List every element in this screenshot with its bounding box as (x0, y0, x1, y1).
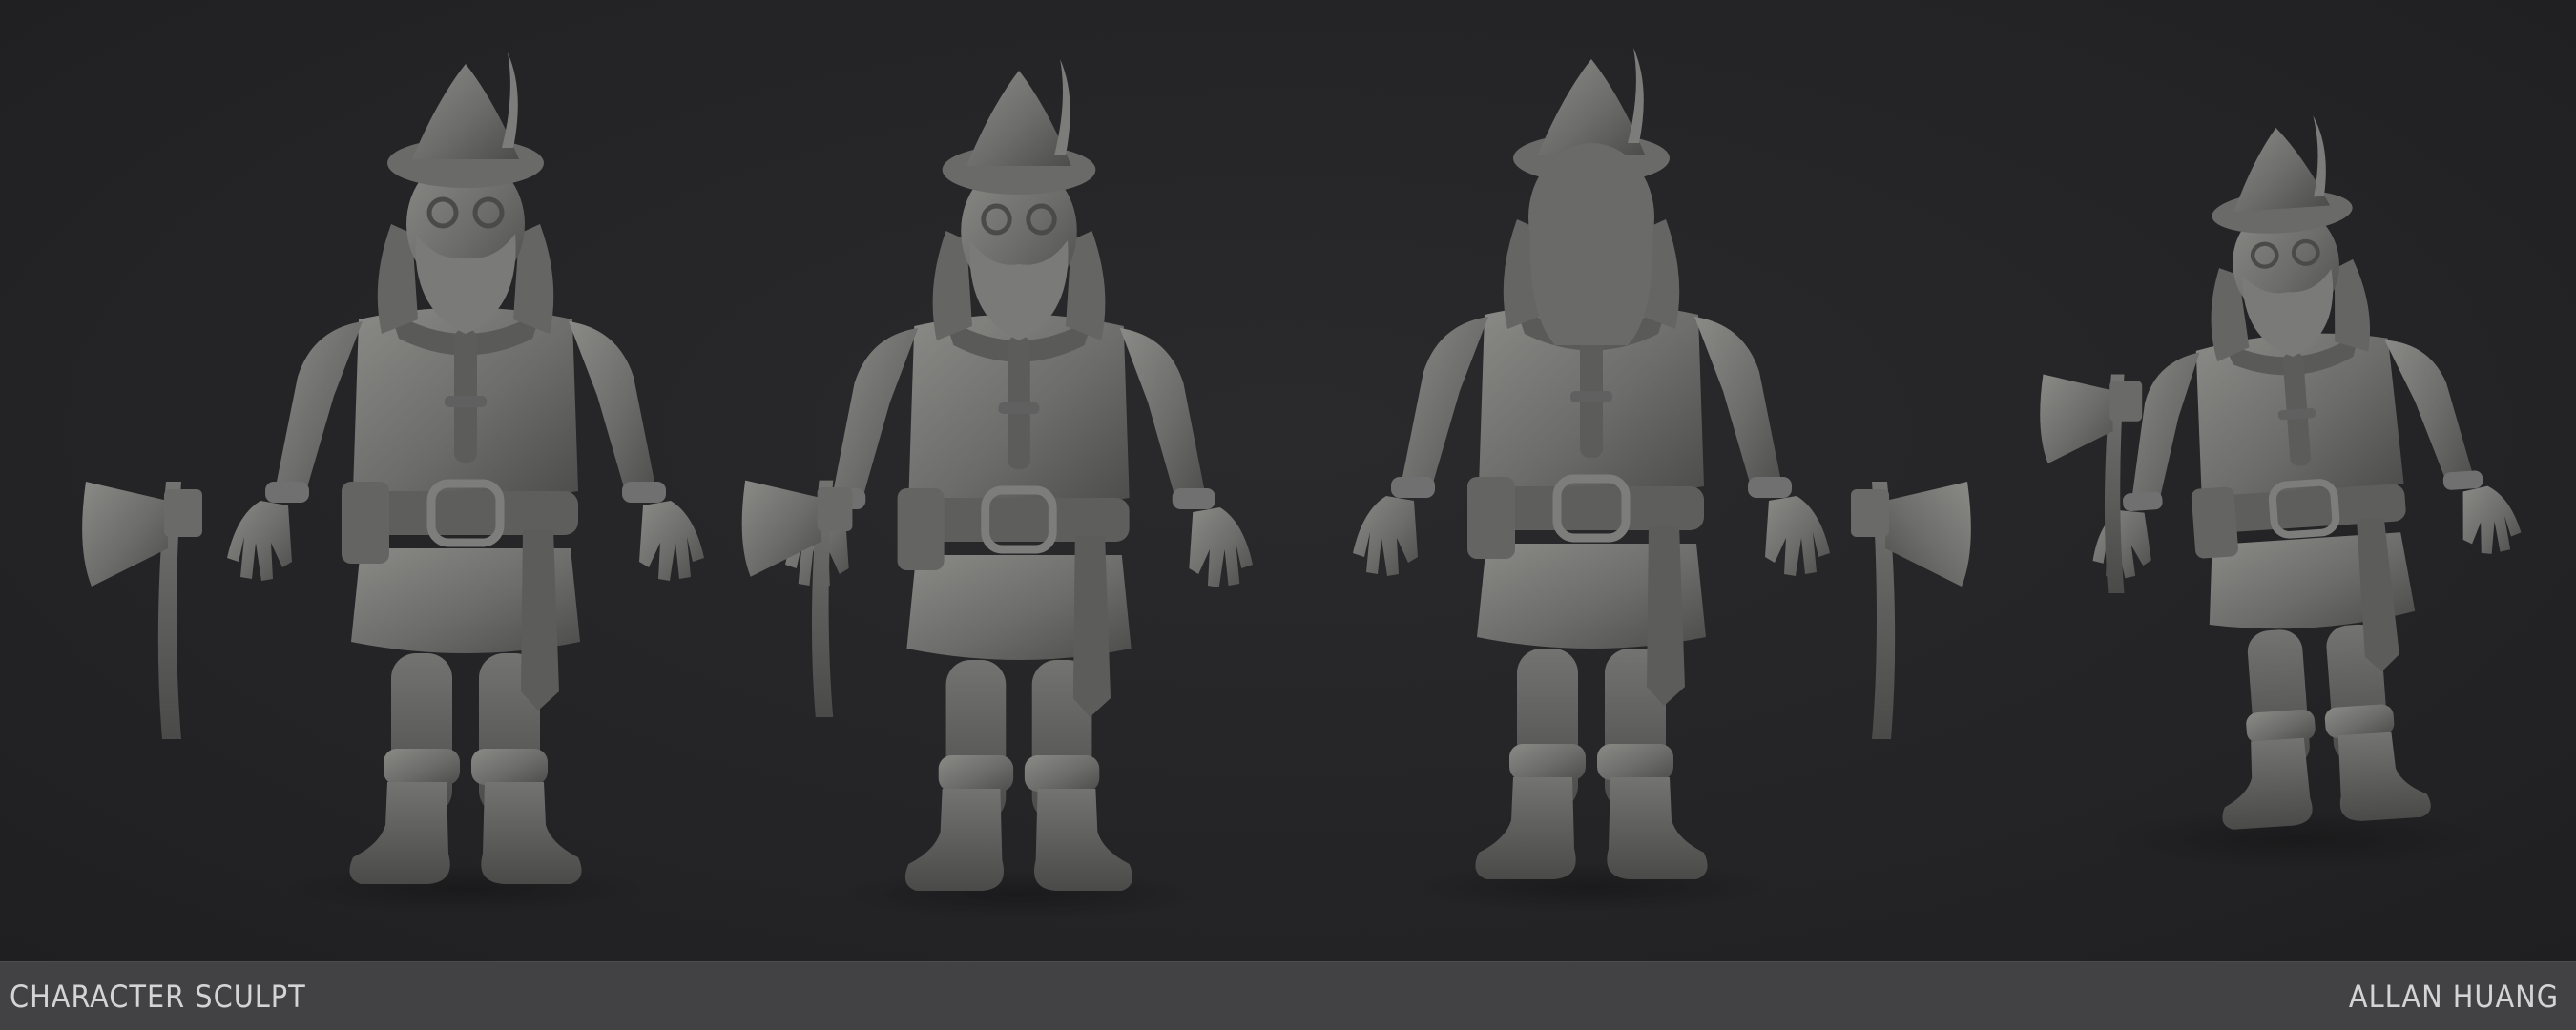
high-angle-view-character (2061, 104, 2542, 837)
sculpt-render (82, 0, 2576, 919)
back-view-character (1353, 48, 1830, 879)
render-canvas (0, 0, 2576, 961)
artist-name: ALLAN HUANG (2348, 978, 2559, 1015)
caption-bar: CHARACTER SCULPT ALLAN HUANG (0, 961, 2576, 1030)
front-view-axe (82, 482, 202, 739)
three-quarter-view-character (785, 59, 1253, 891)
front-view-character (227, 52, 704, 884)
back-view-axe (1851, 482, 1971, 739)
project-title: CHARACTER SCULPT (10, 978, 306, 1015)
three-quarter-view-axe (741, 480, 853, 717)
